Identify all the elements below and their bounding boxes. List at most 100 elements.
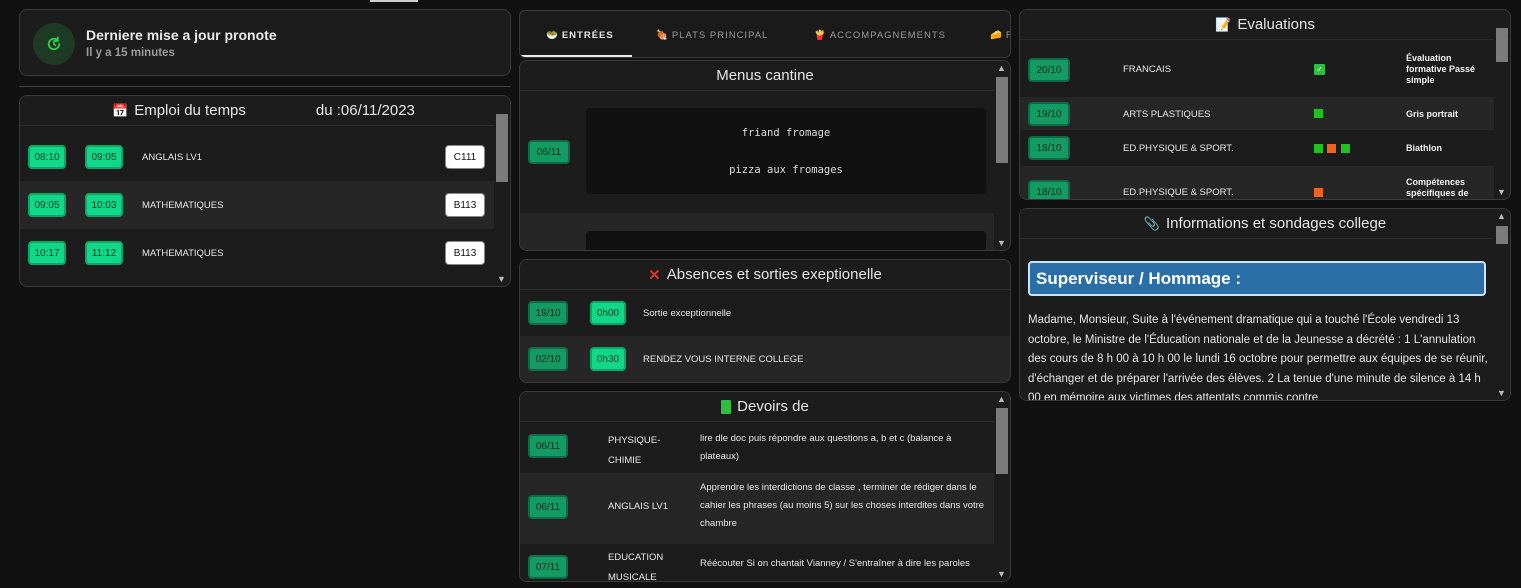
info-card: 📎 Informations et sondages college Super… bbox=[1019, 208, 1511, 401]
eval-label: Biathlon bbox=[1406, 143, 1442, 153]
homework-header: Devoirs de bbox=[520, 392, 1010, 422]
start-time: 09:05 bbox=[28, 193, 66, 217]
menu-row-next bbox=[520, 213, 996, 250]
room-badge: C111 bbox=[445, 145, 485, 169]
menu-date: 06/11 bbox=[528, 140, 570, 164]
homework-text: lire dle doc puis répondre aux questions… bbox=[700, 433, 952, 462]
evaluations-title: Evaluations bbox=[1237, 16, 1315, 33]
meat-icon: 🍖 bbox=[656, 29, 669, 41]
list-item[interactable]: 06/11 PHYSIQUE-CHIMIE lire dle doc puis … bbox=[520, 422, 996, 473]
tab-fromages[interactable]: 🧀F bbox=[990, 11, 1010, 57]
chevron-up-icon[interactable]: ▲ bbox=[1494, 209, 1509, 223]
homework-date: 06/11 bbox=[528, 434, 568, 458]
homework-text: Réécouter Si on chantait Vianney / S'ent… bbox=[700, 558, 970, 569]
divider bbox=[19, 86, 511, 87]
homework-subject: PHYSIQUE-CHIMIE bbox=[608, 435, 661, 466]
eval-date: 19/10 bbox=[1028, 102, 1070, 126]
homework-date: 06/11 bbox=[528, 495, 568, 519]
absence-duration: 0h00 bbox=[590, 301, 626, 325]
scrollbar[interactable]: ▲ ▼ bbox=[1494, 209, 1509, 400]
end-time: 09:05 bbox=[85, 145, 123, 169]
eval-subject: ED.PHYSIQUE & SPORT. bbox=[1123, 187, 1234, 198]
absence-label: RENDEZ VOUS INTERNE COLLEGE bbox=[643, 353, 804, 365]
absence-date: 19/10 bbox=[528, 301, 568, 325]
homework-date: 07/11 bbox=[528, 555, 568, 579]
menu-row: 06/11 friand fromage pizza aux fromages bbox=[520, 91, 996, 213]
table-row[interactable]: 09:05 10:03 MATHEMATIQUES B113 bbox=[20, 181, 496, 229]
pin-icon: 📎 bbox=[1143, 215, 1161, 231]
cross-icon: ✕ bbox=[648, 266, 661, 284]
absence-label: Sortie exceptionnelle bbox=[643, 307, 732, 319]
chevron-down-icon[interactable]: ▼ bbox=[994, 236, 1009, 250]
evaluations-card: 📝 Evaluations 20/10 FRANCAIS ✓ Évaluatio… bbox=[1019, 9, 1511, 200]
end-time: 10:03 bbox=[85, 193, 123, 217]
scrollbar[interactable]: ▼ bbox=[494, 112, 509, 286]
eval-label: Compétences spécifiques de bbox=[1406, 177, 1469, 198]
info-header: 📎 Informations et sondages college bbox=[1020, 209, 1510, 239]
absences-card: ✕ Absences et sorties exeptionelle 19/10… bbox=[519, 259, 1011, 383]
eval-date: 18/10 bbox=[1028, 136, 1070, 160]
menus-header: Menus cantine bbox=[520, 61, 1010, 91]
mark-green bbox=[1314, 109, 1323, 118]
chevron-down-icon[interactable]: ▼ bbox=[1494, 185, 1509, 199]
tab-entrees[interactable]: 🥗 ENTRÉES bbox=[546, 11, 614, 57]
table-row[interactable]: 08:10 09:05 ANGLAIS LV1 C111 bbox=[20, 133, 496, 181]
list-item[interactable]: 06/11 ANGLAIS LV1 Apprendre les interdic… bbox=[520, 473, 996, 544]
mark-orange bbox=[1327, 144, 1336, 153]
list-item[interactable]: 20/10 FRANCAIS ✓ Évaluation formative Pa… bbox=[1020, 40, 1496, 97]
update-subtitle: Il y a 15 minutes bbox=[86, 47, 175, 59]
eval-label: Évaluation formative Passé simple bbox=[1406, 53, 1476, 85]
timetable-date: du :06/11/2023 bbox=[315, 102, 415, 119]
info-body: Madame, Monsieur, Suite à l'événement dr… bbox=[1028, 314, 1488, 401]
homework-text: Apprendre les interdictions de classe , … bbox=[700, 482, 985, 529]
homework-subject: ANGLAIS LV1 bbox=[608, 501, 669, 512]
list-item[interactable]: 18/10 ED.PHYSIQUE & SPORT. Compétences s… bbox=[1020, 166, 1496, 199]
homework-subject: EDUCATION MUSICALE bbox=[608, 552, 664, 582]
menu-item: pizza aux fromages bbox=[729, 164, 843, 176]
scrollbar[interactable]: ▲ ▼ bbox=[994, 61, 1009, 250]
refresh-icon[interactable] bbox=[33, 23, 75, 65]
list-item[interactable]: 07/11 EDUCATION MUSICALE Réécouter Si on… bbox=[520, 544, 996, 582]
memo-icon: 📝 bbox=[1215, 16, 1232, 32]
list-item[interactable]: 19/10 ARTS PLASTIQUES Gris portrait bbox=[1020, 97, 1496, 130]
chevron-down-icon[interactable]: ▼ bbox=[994, 567, 1009, 581]
tab-accompagnements[interactable]: 🍟 ACCOMPAGNEMENTS bbox=[814, 11, 946, 57]
top-indicator bbox=[370, 0, 418, 2]
menu-box: friand fromage pizza aux fromages bbox=[586, 108, 986, 194]
eval-label: Gris portrait bbox=[1406, 109, 1459, 119]
homework-title: Devoirs de bbox=[737, 398, 809, 415]
chevron-down-icon[interactable]: ▼ bbox=[1494, 386, 1509, 400]
eval-subject: ED.PHYSIQUE & SPORT. bbox=[1123, 143, 1234, 154]
subject: ANGLAIS LV1 bbox=[142, 151, 203, 163]
chevron-up-icon[interactable]: ▲ bbox=[994, 392, 1009, 406]
eval-date: 18/10 bbox=[1028, 180, 1070, 199]
calendar-icon: 📅 bbox=[112, 102, 129, 118]
end-time: 11:12 bbox=[85, 241, 123, 265]
eval-date: 20/10 bbox=[1028, 58, 1070, 82]
scrollbar[interactable]: ▼ bbox=[1494, 26, 1509, 199]
start-time: 08:10 bbox=[28, 145, 66, 169]
chevron-down-icon[interactable]: ▼ bbox=[494, 272, 509, 286]
list-item[interactable]: 19/10 0h00 Sortie exceptionnelle bbox=[520, 290, 1010, 336]
table-row[interactable]: 10:17 11:12 MATHEMATIQUES B113 bbox=[20, 229, 496, 277]
mark-green bbox=[1314, 144, 1323, 153]
timetable-header: 📅 Emploi du temps du :06/11/2023 bbox=[20, 96, 510, 126]
scrollbar[interactable]: ▲ ▼ bbox=[994, 392, 1009, 581]
list-item[interactable]: 18/10 ED.PHYSIQUE & SPORT. Biathlon bbox=[1020, 130, 1496, 166]
start-time: 10:17 bbox=[28, 241, 66, 265]
update-card: Derniere mise a jour pronote Il y a 15 m… bbox=[19, 9, 511, 76]
tab-plats[interactable]: 🍖 PLATS PRINCIPAL bbox=[656, 11, 768, 57]
timetable-title: Emploi du temps bbox=[134, 102, 246, 119]
info-heading: Superviseur / Hommage : bbox=[1028, 261, 1486, 296]
absence-duration: 0h30 bbox=[590, 347, 626, 371]
mark-green bbox=[1341, 144, 1350, 153]
list-item[interactable]: 02/10 0h30 RENDEZ VOUS INTERNE COLLEGE bbox=[520, 336, 1010, 382]
absences-title: Absences et sorties exeptionelle bbox=[666, 266, 882, 283]
subject: MATHEMATIQUES bbox=[142, 247, 224, 259]
tab-underline bbox=[520, 55, 632, 57]
chevron-up-icon[interactable]: ▲ bbox=[994, 61, 1009, 75]
fries-icon: 🍟 bbox=[814, 29, 827, 41]
cheese-icon: 🧀 bbox=[990, 29, 1003, 41]
menu-item: friand fromage bbox=[741, 127, 831, 139]
subject: MATHEMATIQUES bbox=[142, 199, 224, 211]
